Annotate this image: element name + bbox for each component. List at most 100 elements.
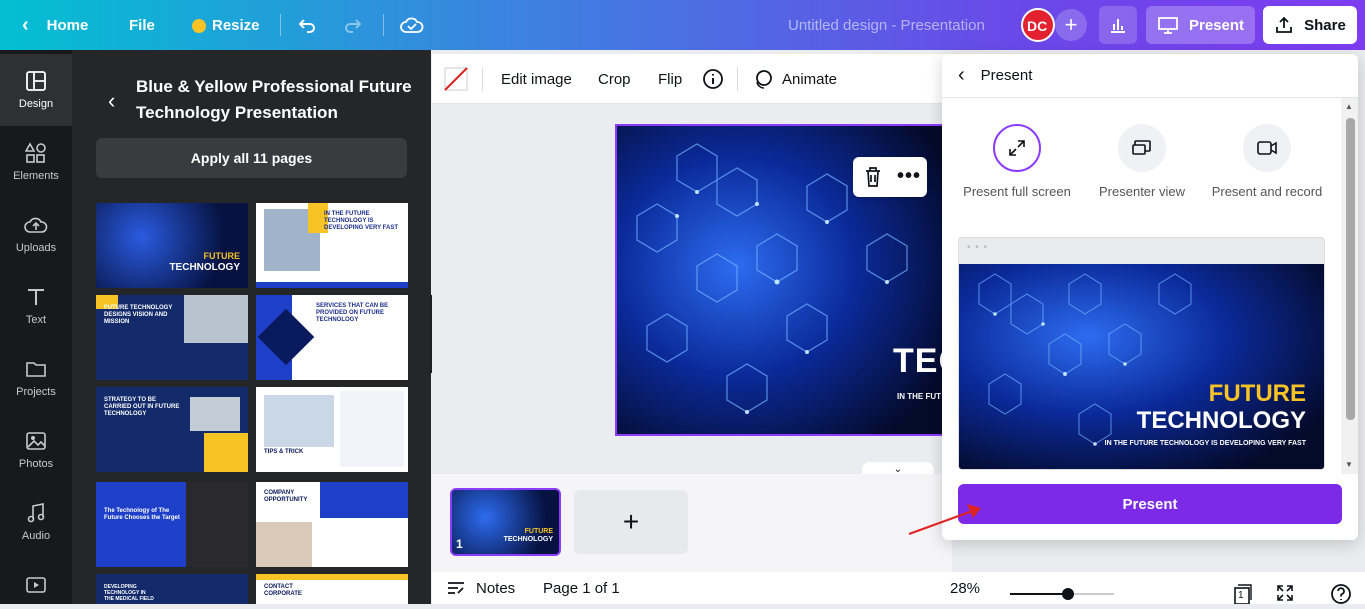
help-button[interactable] xyxy=(1330,583,1352,609)
scroll-up-icon[interactable]: ▲ xyxy=(1345,102,1353,111)
undo-button[interactable] xyxy=(297,0,317,50)
template-page-thumb[interactable]: IN THE FUTURE TECHNOLOGY IS DEVELOPING V… xyxy=(256,203,408,288)
resize-button[interactable]: Resize xyxy=(192,0,260,50)
add-collaborator-button[interactable]: + xyxy=(1055,9,1087,41)
slide-subtitle-text: IN THE FUT xyxy=(897,392,941,401)
chevron-left-icon: ‹ xyxy=(22,13,29,36)
cloud-save-status[interactable] xyxy=(400,0,424,50)
presentation-icon xyxy=(1158,17,1178,34)
delete-button[interactable] xyxy=(863,166,883,193)
plus-icon: + xyxy=(622,506,640,537)
sidebar-item-text[interactable]: Text xyxy=(0,270,72,342)
animate-button[interactable]: Animate xyxy=(752,54,837,104)
template-page-thumb[interactable]: STRATEGY TO BE CARRIED OUT IN FUTURE TEC… xyxy=(96,387,248,472)
present-button[interactable]: Present xyxy=(958,484,1342,524)
template-page-thumb[interactable]: FUTURE TECHNOLOGY DESIGNS VISION AND MIS… xyxy=(96,295,248,380)
option-present-and-record[interactable]: Present and record xyxy=(1207,124,1327,202)
sidebar-item-elements[interactable]: Elements xyxy=(0,126,72,198)
edit-image-button[interactable]: Edit image xyxy=(501,54,572,104)
page-thumbnail[interactable]: FUTURE TECHNOLOGY 1 xyxy=(450,488,561,556)
option-label: Present full screen xyxy=(963,184,1071,199)
upload-icon xyxy=(1276,16,1293,33)
crop-button[interactable]: Crop xyxy=(598,54,631,104)
template-page-thumb[interactable]: TIPS & TRICK xyxy=(256,387,408,472)
thumb-title: IN THE FUTURE TECHNOLOGY IS DEVELOPING V… xyxy=(324,211,399,231)
crown-icon xyxy=(192,19,206,33)
fullscreen-button[interactable] xyxy=(1276,584,1294,606)
resize-label: Resize xyxy=(212,16,260,34)
more-options-icon[interactable]: ••• xyxy=(897,165,921,188)
back-chevron-icon[interactable]: ‹ xyxy=(108,88,115,114)
template-panel: ‹ Blue & Yellow Professional Future Tech… xyxy=(72,50,431,604)
template-page-thumb[interactable]: COMPANY OPPORTUNITY xyxy=(256,482,408,567)
sidebar-item-photos[interactable]: Photos xyxy=(0,414,72,486)
sidebar-item-uploads[interactable]: Uploads xyxy=(0,198,72,270)
sidebar-item-label: Projects xyxy=(16,386,56,398)
sidebar-item-label: Uploads xyxy=(15,242,57,254)
sidebar-item-audio[interactable]: Audio xyxy=(0,486,72,558)
redo-icon xyxy=(345,19,362,33)
video-icon xyxy=(26,577,46,593)
redo-button[interactable] xyxy=(343,0,363,50)
share-button[interactable]: Share xyxy=(1263,6,1357,44)
thumb-title: SERVICES THAT CAN BE PROVIDED ON FUTURE … xyxy=(316,303,389,323)
apply-all-pages-button[interactable]: Apply all 11 pages xyxy=(96,138,407,178)
info-button[interactable] xyxy=(702,54,724,104)
present-button-label: Present xyxy=(1122,495,1178,513)
image-toolbar: Edit image Crop Flip Animate xyxy=(432,54,952,104)
present-top-button[interactable]: Present xyxy=(1146,6,1255,44)
avatar[interactable]: DC xyxy=(1021,8,1055,42)
home-button[interactable]: ‹ Home xyxy=(22,0,88,50)
option-label: Presenter view xyxy=(1099,184,1185,199)
page-indicator[interactable]: Page 1 of 1 xyxy=(543,572,620,604)
folder-icon xyxy=(26,362,46,377)
divider xyxy=(280,14,281,36)
template-page-thumb[interactable]: DEVELOPING TECHNOLOGY IN THE MEDICAL FIE… xyxy=(96,574,248,604)
apply-all-label: Apply all 11 pages xyxy=(190,150,313,166)
option-presenter-view[interactable]: Presenter view xyxy=(1082,124,1202,202)
presenter-view-icon xyxy=(1118,124,1166,172)
back-chevron-icon[interactable]: ‹ xyxy=(958,64,965,87)
page-count-button[interactable]: 1 xyxy=(1232,584,1252,605)
notes-button[interactable]: Notes xyxy=(446,572,515,604)
preview-tagline: IN THE FUTURE TECHNOLOGY IS DEVELOPING V… xyxy=(1104,440,1306,447)
sidebar-item-design[interactable]: Design xyxy=(0,54,72,126)
scrollbar-thumb[interactable] xyxy=(1346,118,1355,420)
present-top-label: Present xyxy=(1188,16,1245,34)
trash-icon xyxy=(866,167,880,187)
scroll-down-icon[interactable]: ▼ xyxy=(1345,460,1353,469)
window-dots-icon: • • • xyxy=(967,242,989,253)
flip-button[interactable]: Flip xyxy=(658,54,682,104)
element-actions-toolbar: ••• xyxy=(853,157,927,197)
template-page-thumb[interactable]: CONTACT CORPORATE xyxy=(256,574,408,604)
template-page-thumb[interactable]: SERVICES THAT CAN BE PROVIDED ON FUTURE … xyxy=(256,295,408,380)
help-icon xyxy=(1331,584,1351,604)
document-title[interactable]: Untitled design - Presentation xyxy=(788,0,985,50)
zoom-value[interactable]: 28% xyxy=(950,572,980,604)
option-present-full-screen[interactable]: Present full screen xyxy=(957,124,1077,202)
red-arrow-annotation xyxy=(908,504,981,536)
chevron-down-icon: ⌄ xyxy=(893,463,903,475)
preview-slide: FUTURE TECHNOLOGY IN THE FUTURE TECHNOLO… xyxy=(959,264,1324,469)
sidebar-item-videos[interactable] xyxy=(0,558,72,604)
zoom-slider-handle[interactable] xyxy=(1062,588,1074,600)
transparency-button[interactable] xyxy=(444,54,468,104)
page-number: 1 xyxy=(456,537,463,551)
image-icon xyxy=(26,432,46,450)
insights-button[interactable] xyxy=(1099,6,1137,44)
transparency-icon xyxy=(444,67,468,91)
preview-title: FUTURE xyxy=(1208,380,1306,407)
present-menu-title: Present xyxy=(980,67,1033,84)
page-thumb-title: FUTURE xyxy=(524,528,553,535)
sidebar-item-projects[interactable]: Projects xyxy=(0,342,72,414)
template-page-thumb[interactable]: The Technology of The Future Chooses the… xyxy=(96,482,248,567)
camera-icon xyxy=(1243,124,1291,172)
page-thumb-subtitle: TECHNOLOGY xyxy=(503,536,553,543)
add-page-button[interactable]: + xyxy=(574,490,688,554)
page-indicator-text: Page 1 of 1 xyxy=(543,579,620,597)
template-page-thumb[interactable]: FUTURE TECHNOLOGY xyxy=(96,203,248,288)
cloud-upload-icon xyxy=(24,217,48,233)
side-nav: Design Elements Uploads Text Projects Ph… xyxy=(0,50,72,604)
zoom-slider-fill xyxy=(1010,593,1068,595)
file-menu[interactable]: File xyxy=(129,0,155,50)
